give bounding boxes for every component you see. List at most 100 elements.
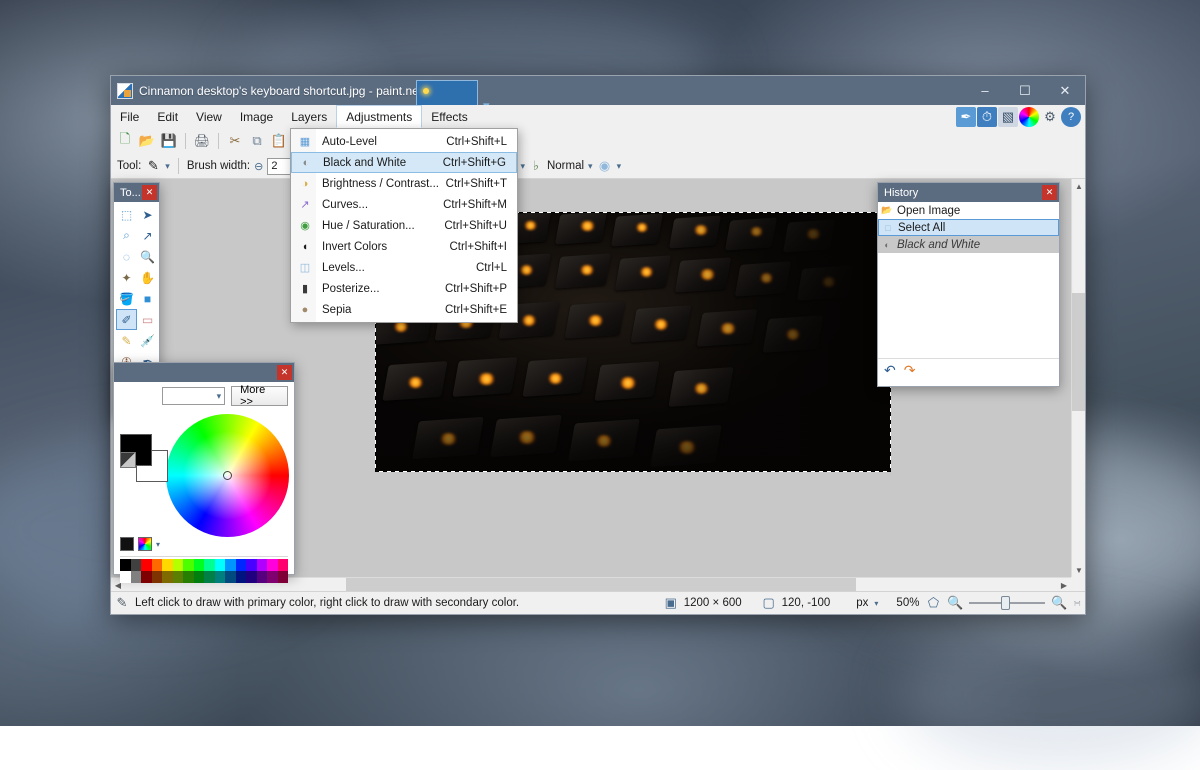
zoom-out-icon[interactable]: 🔍	[947, 593, 963, 613]
palette-swatch[interactable]	[225, 571, 236, 583]
palette-swatch[interactable]	[141, 559, 152, 571]
magic-wand-tool[interactable]: ✦	[116, 267, 137, 288]
palette-swatch[interactable]	[278, 571, 289, 583]
history-window-icon[interactable]: ⏱	[977, 107, 997, 127]
rectangle-select-tool[interactable]: ⬚	[116, 204, 137, 225]
palette-swatch[interactable]	[141, 571, 152, 583]
paste-button[interactable]: 📋	[269, 131, 289, 151]
palette-swatch[interactable]	[120, 559, 131, 571]
menu-item-hue-saturation[interactable]: ◉ Hue / Saturation... Ctrl+Shift+U	[291, 215, 517, 236]
settings-icon[interactable]: ⚙	[1040, 107, 1060, 127]
paint-bucket-tool[interactable]: 🪣	[116, 288, 137, 309]
blend-dropdown-chevron-icon[interactable]: ▾	[588, 161, 593, 172]
palette-swatch[interactable]	[225, 559, 236, 571]
palette-swatch[interactable]	[152, 559, 163, 571]
palette-swatch[interactable]	[267, 559, 278, 571]
menu-item-brightness-contrast[interactable]: ◑ Brightness / Contrast... Ctrl+Shift+T	[291, 173, 517, 194]
zoom-in-icon[interactable]: 🔍	[1051, 593, 1067, 613]
antialiasing-icon[interactable]: ◉	[597, 156, 613, 176]
palette-swatch[interactable]	[131, 559, 142, 571]
color-mode-select[interactable]: ▾	[162, 387, 225, 405]
zoom-slider[interactable]	[969, 596, 1045, 610]
palette-icon[interactable]	[138, 537, 152, 551]
palette-chevron-down-icon[interactable]: ▾	[156, 540, 160, 549]
zoom-tool[interactable]: 🔍	[137, 246, 158, 267]
palette-swatch[interactable]	[131, 571, 142, 583]
palette-swatch[interactable]	[194, 559, 205, 571]
paintbrush-tool[interactable]: ✐	[116, 309, 137, 330]
history-item-black-and-white[interactable]: ◐ Black and White	[878, 236, 1059, 253]
vertical-scroll-thumb[interactable]	[1072, 293, 1085, 411]
tools-window-icon[interactable]: ✒	[956, 107, 976, 127]
cut-button[interactable]: ✂	[225, 131, 245, 151]
palette-swatch[interactable]	[204, 571, 215, 583]
scroll-down-button[interactable]: ▼	[1072, 563, 1085, 577]
scroll-up-button[interactable]: ▲	[1072, 179, 1085, 193]
palette-swatch[interactable]	[162, 571, 173, 583]
menu-item-levels[interactable]: ◫ Levels... Ctrl+L	[291, 257, 517, 278]
history-panel-titlebar[interactable]: History ✕	[878, 183, 1059, 202]
menu-effects[interactable]: Effects	[422, 105, 476, 128]
colors-panel-titlebar[interactable]: ✕	[114, 363, 294, 382]
menu-view[interactable]: View	[187, 105, 231, 128]
save-image-button[interactable]: 💾	[159, 131, 179, 151]
palette-row-light[interactable]	[120, 559, 288, 571]
palette-swatch[interactable]	[267, 571, 278, 583]
menu-item-black-and-white[interactable]: ◐ Black and White Ctrl+Shift+G	[291, 152, 517, 173]
eraser-tool[interactable]: ▭	[137, 309, 158, 330]
palette-swatch[interactable]	[162, 559, 173, 571]
menu-adjustments[interactable]: Adjustments	[336, 105, 422, 128]
help-icon[interactable]: ?	[1061, 107, 1081, 127]
fit-to-window-icon[interactable]: ⬠	[925, 593, 941, 613]
curve-dropdown-chevron-icon[interactable]: ▾	[520, 161, 525, 172]
history-item-select-all[interactable]: □ Select All	[878, 219, 1059, 236]
undo-arrow-icon[interactable]: ↶	[884, 362, 896, 379]
palette-swatch[interactable]	[120, 571, 131, 583]
menu-layers[interactable]: Layers	[282, 105, 336, 128]
minimize-button[interactable]: –	[965, 76, 1005, 105]
palette-swatch[interactable]	[183, 571, 194, 583]
color-wheel-cursor[interactable]	[223, 471, 232, 480]
color-picker-tool[interactable]: 💉	[137, 330, 158, 351]
color-wheel[interactable]	[166, 414, 289, 537]
open-image-button[interactable]: 📂	[137, 131, 157, 151]
palette-swatch[interactable]	[257, 559, 268, 571]
menu-item-auto-level[interactable]: ▦ Auto-Level Ctrl+Shift+L	[291, 131, 517, 152]
zoom-slider-knob[interactable]	[1001, 596, 1010, 610]
blend-flask-icon[interactable]: ♭	[529, 156, 543, 176]
resize-grip-icon[interactable]: ∺	[1073, 598, 1081, 609]
window-titlebar[interactable]: Cinnamon desktop's keyboard shortcut.jpg…	[111, 76, 1085, 105]
tool-dropdown-chevron-icon[interactable]: ▾	[165, 161, 170, 172]
vertical-scrollbar[interactable]: ▲ ▼	[1071, 179, 1085, 577]
menu-item-invert-colors[interactable]: ◖ Invert Colors Ctrl+Shift+I	[291, 236, 517, 257]
close-button[interactable]: ✕	[1045, 76, 1085, 105]
tools-panel-close-button[interactable]: ✕	[142, 185, 157, 200]
move-selected-tool[interactable]: ➤	[137, 204, 158, 225]
more-button[interactable]: More >>	[231, 386, 288, 406]
units-chevron-icon[interactable]: ▾	[874, 599, 878, 608]
palette-swatch[interactable]	[236, 559, 247, 571]
copy-button[interactable]: ⧉	[247, 131, 267, 151]
move-selection-tool[interactable]: ↗	[137, 225, 158, 246]
palette-swatch[interactable]	[173, 559, 184, 571]
add-color-icon[interactable]	[120, 537, 134, 551]
lasso-select-tool[interactable]: ⌕	[116, 225, 137, 246]
tools-panel-titlebar[interactable]: To... ✕	[114, 183, 159, 202]
palette-swatch[interactable]	[246, 559, 257, 571]
palette-swatch[interactable]	[204, 559, 215, 571]
ellipse-select-tool[interactable]: ◌	[116, 246, 137, 267]
scroll-right-button[interactable]: ▶	[1057, 578, 1071, 591]
menu-image[interactable]: Image	[231, 105, 282, 128]
history-panel-close-button[interactable]: ✕	[1042, 185, 1057, 200]
blend-mode-value[interactable]: Normal	[547, 160, 584, 172]
palette-row-dark[interactable]	[120, 571, 288, 583]
menu-file[interactable]: File	[111, 105, 148, 128]
reset-colors-icon[interactable]	[120, 452, 136, 468]
paintbrush-icon[interactable]: ✎	[145, 156, 161, 176]
maximize-button[interactable]: ☐	[1005, 76, 1045, 105]
pencil-tool[interactable]: ✎	[116, 330, 137, 351]
history-item-open-image[interactable]: 📂 Open Image	[878, 202, 1059, 219]
brush-width-decrease-button[interactable]: ⊖	[254, 160, 263, 173]
layers-window-icon[interactable]: ▧	[998, 107, 1018, 127]
horizontal-scroll-thumb[interactable]	[346, 578, 856, 591]
